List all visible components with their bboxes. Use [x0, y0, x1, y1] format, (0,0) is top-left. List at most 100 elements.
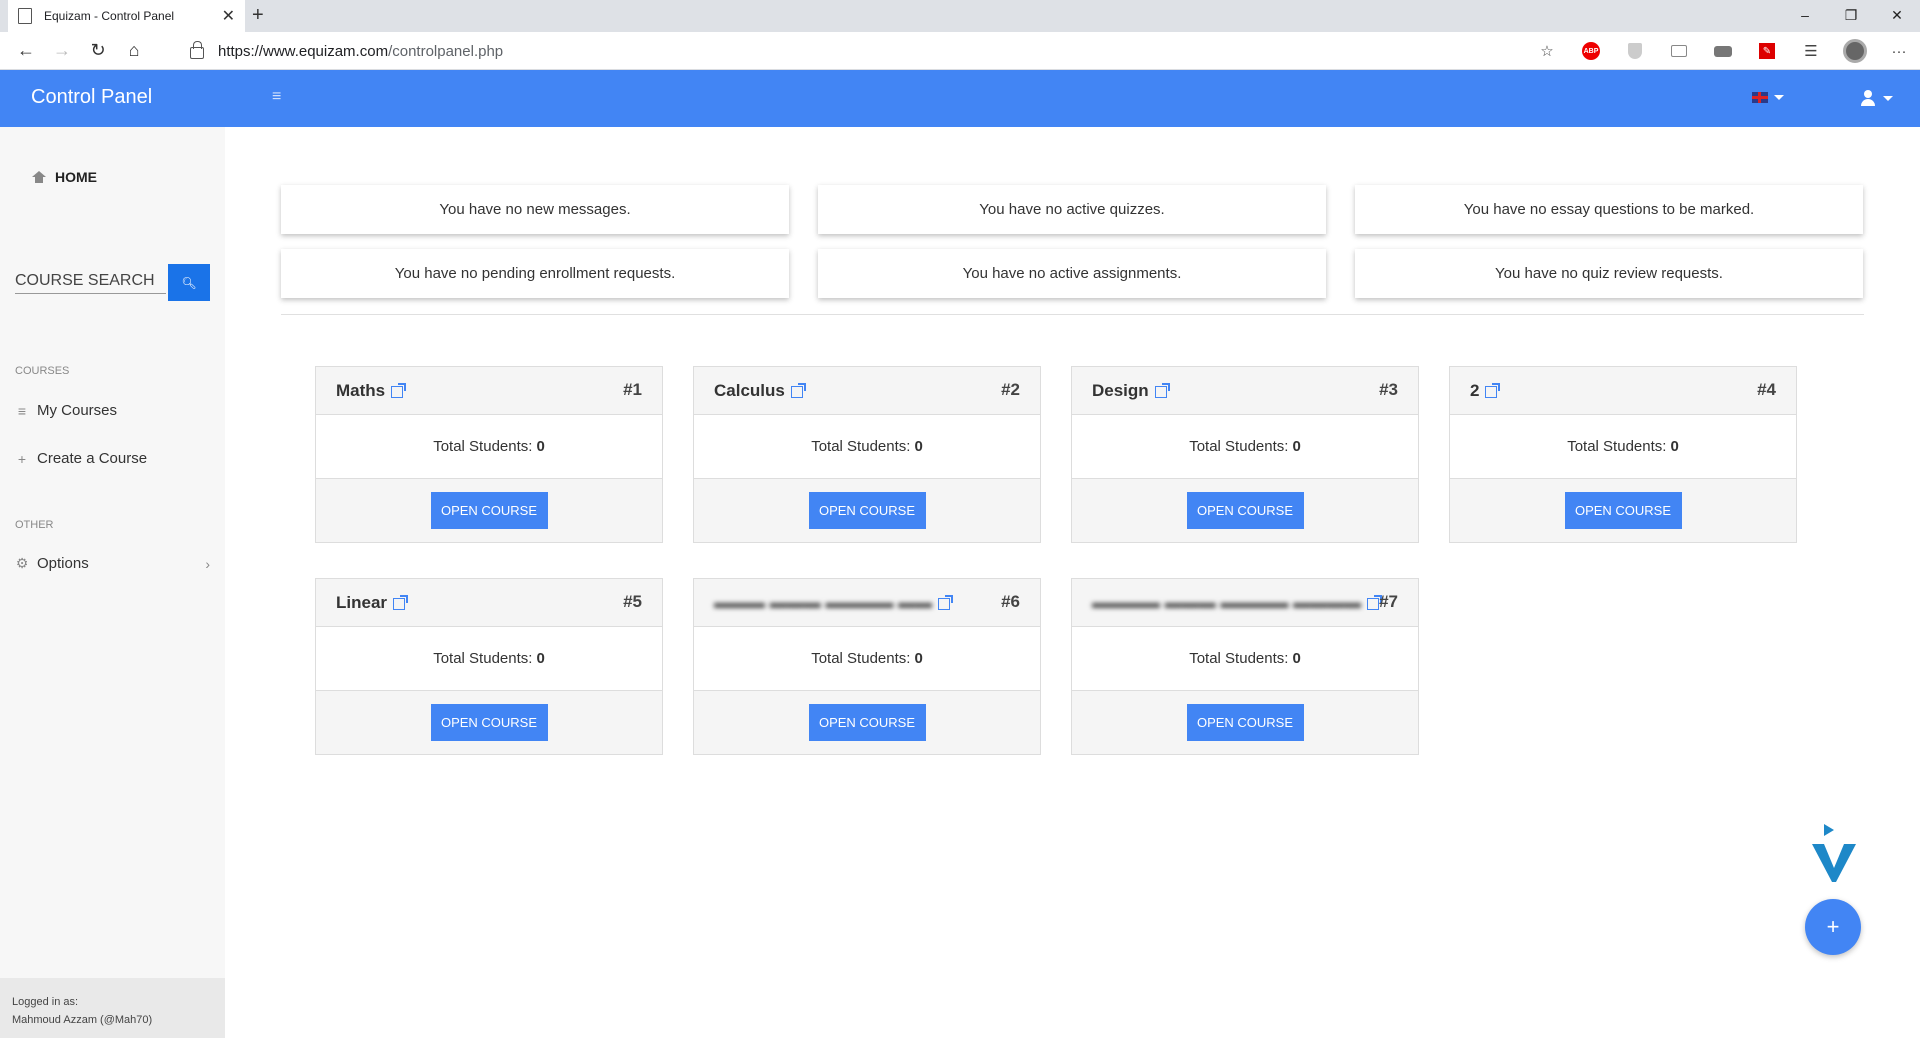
students-count: 0	[536, 438, 545, 455]
other-heading: OTHER	[15, 519, 54, 531]
notice-quizzes: You have no active quizzes.	[818, 185, 1326, 234]
external-link-icon[interactable]	[938, 594, 954, 610]
minimize-icon[interactable]: –	[1782, 0, 1828, 32]
logged-in-panel: Logged in as: Mahmoud Azzam (@Mah70)	[0, 978, 225, 1038]
external-link-icon[interactable]	[391, 382, 407, 398]
course-title-blurred[interactable]: ▬▬▬▬ ▬▬▬ ▬▬▬▬ ▬▬▬▬	[1092, 593, 1361, 613]
list-icon: ≡	[17, 402, 27, 419]
course-title[interactable]: Maths	[336, 381, 385, 401]
sidebar-item-create-course[interactable]: + Create a Course	[15, 450, 210, 467]
sidebar-item-my-courses[interactable]: ≡ My Courses	[15, 402, 210, 419]
course-card: Calculus #2 Total Students: 0 OPEN COURSE	[693, 366, 1041, 543]
course-number: #5	[623, 592, 642, 611]
course-card: Maths #1 Total Students: 0 OPEN COURSE	[315, 366, 663, 543]
app-header: Control Panel ≡	[0, 70, 1920, 127]
external-link-icon[interactable]	[1154, 382, 1170, 398]
sidebar-item-label: Create a Course	[37, 450, 148, 467]
home-browser-icon[interactable]: ⌂	[116, 36, 152, 66]
page-icon	[18, 8, 32, 24]
open-course-button[interactable]: OPEN COURSE	[808, 704, 926, 741]
cast-extension-icon[interactable]	[1666, 38, 1692, 64]
notice-quiz-reviews: You have no quiz review requests.	[1355, 249, 1863, 298]
course-title-blurred[interactable]: ▬▬▬ ▬▬▬ ▬▬▬▬ ▬▬	[714, 593, 932, 613]
language-dropdown[interactable]	[1752, 92, 1784, 103]
sidebar-item-label: HOME	[55, 169, 97, 185]
open-course-button[interactable]: OPEN COURSE	[1186, 492, 1304, 529]
sidebar-item-options[interactable]: ⚙ Options ›	[15, 555, 210, 572]
brand-title[interactable]: Control Panel	[31, 86, 152, 109]
hamburger-menu-icon[interactable]: ≡	[272, 88, 281, 106]
course-number: #1	[623, 380, 642, 399]
url-path: /controlpanel.php	[388, 42, 504, 60]
course-number: #2	[1001, 380, 1020, 399]
sidebar-item-label: Options	[37, 555, 89, 572]
notice-assignments: You have no active assignments.	[818, 249, 1326, 298]
logged-in-label: Logged in as:	[12, 996, 79, 1008]
open-course-button[interactable]: OPEN COURSE	[1186, 704, 1304, 741]
course-card: ▬▬▬ ▬▬▬ ▬▬▬▬ ▬▬ #6 Total Students: 0 OPEN …	[693, 578, 1041, 755]
students-count: 0	[1292, 438, 1301, 455]
external-link-icon[interactable]	[790, 382, 806, 398]
browser-toolbar: ← → ↻ ⌂ https://www.equizam.com/controlp…	[0, 32, 1920, 70]
favorites-list-icon[interactable]: ☰	[1798, 38, 1824, 64]
favorite-star-icon[interactable]: ☆	[1534, 38, 1560, 64]
course-title[interactable]: Design	[1092, 381, 1149, 401]
notice-enrollments: You have no pending enrollment requests.	[281, 249, 789, 298]
lock-icon	[190, 41, 204, 59]
profile-avatar[interactable]	[1842, 38, 1868, 64]
notice-messages: You have no new messages.	[281, 185, 789, 234]
course-title[interactable]: Linear	[336, 593, 387, 613]
pdf-extension-icon[interactable]: ✎	[1754, 38, 1780, 64]
course-number: #6	[1001, 592, 1020, 611]
uk-flag-icon	[1752, 92, 1768, 103]
vr-extension-icon[interactable]	[1710, 38, 1736, 64]
sidebar-item-home[interactable]: HOME	[32, 169, 97, 185]
browser-tab[interactable]: Equizam - Control Panel ✕	[8, 0, 245, 32]
back-icon[interactable]: ←	[8, 36, 44, 66]
search-icon: 🔍︎	[181, 275, 197, 290]
window-controls: – ❐ ✕	[1782, 0, 1920, 32]
new-tab-icon[interactable]: +	[252, 4, 264, 27]
plus-icon: +	[17, 450, 27, 467]
shield-extension-icon[interactable]	[1622, 38, 1648, 64]
plus-icon: +	[1826, 914, 1840, 939]
search-button[interactable]: 🔍︎	[168, 264, 210, 301]
students-label: Total Students:	[1189, 438, 1289, 455]
adblock-icon[interactable]: ABP	[1578, 38, 1604, 64]
more-menu-icon[interactable]: ···	[1886, 38, 1912, 64]
browser-tabstrip: Equizam - Control Panel ✕ + – ❐ ✕	[0, 0, 1920, 32]
notices-grid: You have no new messages. You have no ac…	[281, 185, 1864, 298]
forward-icon[interactable]: →	[44, 36, 80, 66]
user-dropdown[interactable]	[1861, 90, 1893, 106]
open-course-button[interactable]: OPEN COURSE	[430, 704, 548, 741]
close-window-icon[interactable]: ✕	[1874, 0, 1920, 32]
close-tab-icon[interactable]: ✕	[222, 6, 235, 26]
logged-in-user: Mahmoud Azzam (@Mah70)	[12, 1014, 153, 1026]
students-label: Total Students:	[1189, 650, 1289, 667]
open-course-button[interactable]: OPEN COURSE	[430, 492, 548, 529]
course-title[interactable]: Calculus	[714, 381, 785, 401]
courses-heading: COURSES	[15, 365, 70, 377]
add-fab-button[interactable]: +	[1805, 899, 1861, 955]
restore-icon[interactable]: ❐	[1828, 0, 1874, 32]
students-label: Total Students:	[1567, 438, 1667, 455]
students-count: 0	[1292, 650, 1301, 667]
tab-title: Equizam - Control Panel	[44, 9, 175, 23]
course-number: #4	[1757, 380, 1776, 399]
course-number: #3	[1379, 380, 1398, 399]
equizam-logo-icon	[1812, 824, 1856, 882]
address-bar[interactable]: https://www.equizam.com/controlpanel.php	[190, 36, 1524, 66]
sidebar-item-label: My Courses	[37, 402, 118, 419]
reload-icon[interactable]: ↻	[80, 36, 116, 66]
open-course-button[interactable]: OPEN COURSE	[808, 492, 926, 529]
open-course-button[interactable]: OPEN COURSE	[1564, 492, 1682, 529]
external-link-icon[interactable]	[393, 594, 409, 610]
divider	[281, 314, 1864, 315]
external-link-icon[interactable]	[1367, 594, 1383, 610]
course-search-input[interactable]: COURSE SEARCH	[15, 264, 166, 294]
course-card: ▬▬▬▬ ▬▬▬ ▬▬▬▬ ▬▬▬▬ #7 Total Students: 0 OP…	[1071, 578, 1419, 755]
course-title[interactable]: 2	[1470, 381, 1479, 401]
students-count: 0	[536, 650, 545, 667]
external-link-icon[interactable]	[1485, 382, 1501, 398]
chevron-down-icon	[1774, 95, 1784, 100]
